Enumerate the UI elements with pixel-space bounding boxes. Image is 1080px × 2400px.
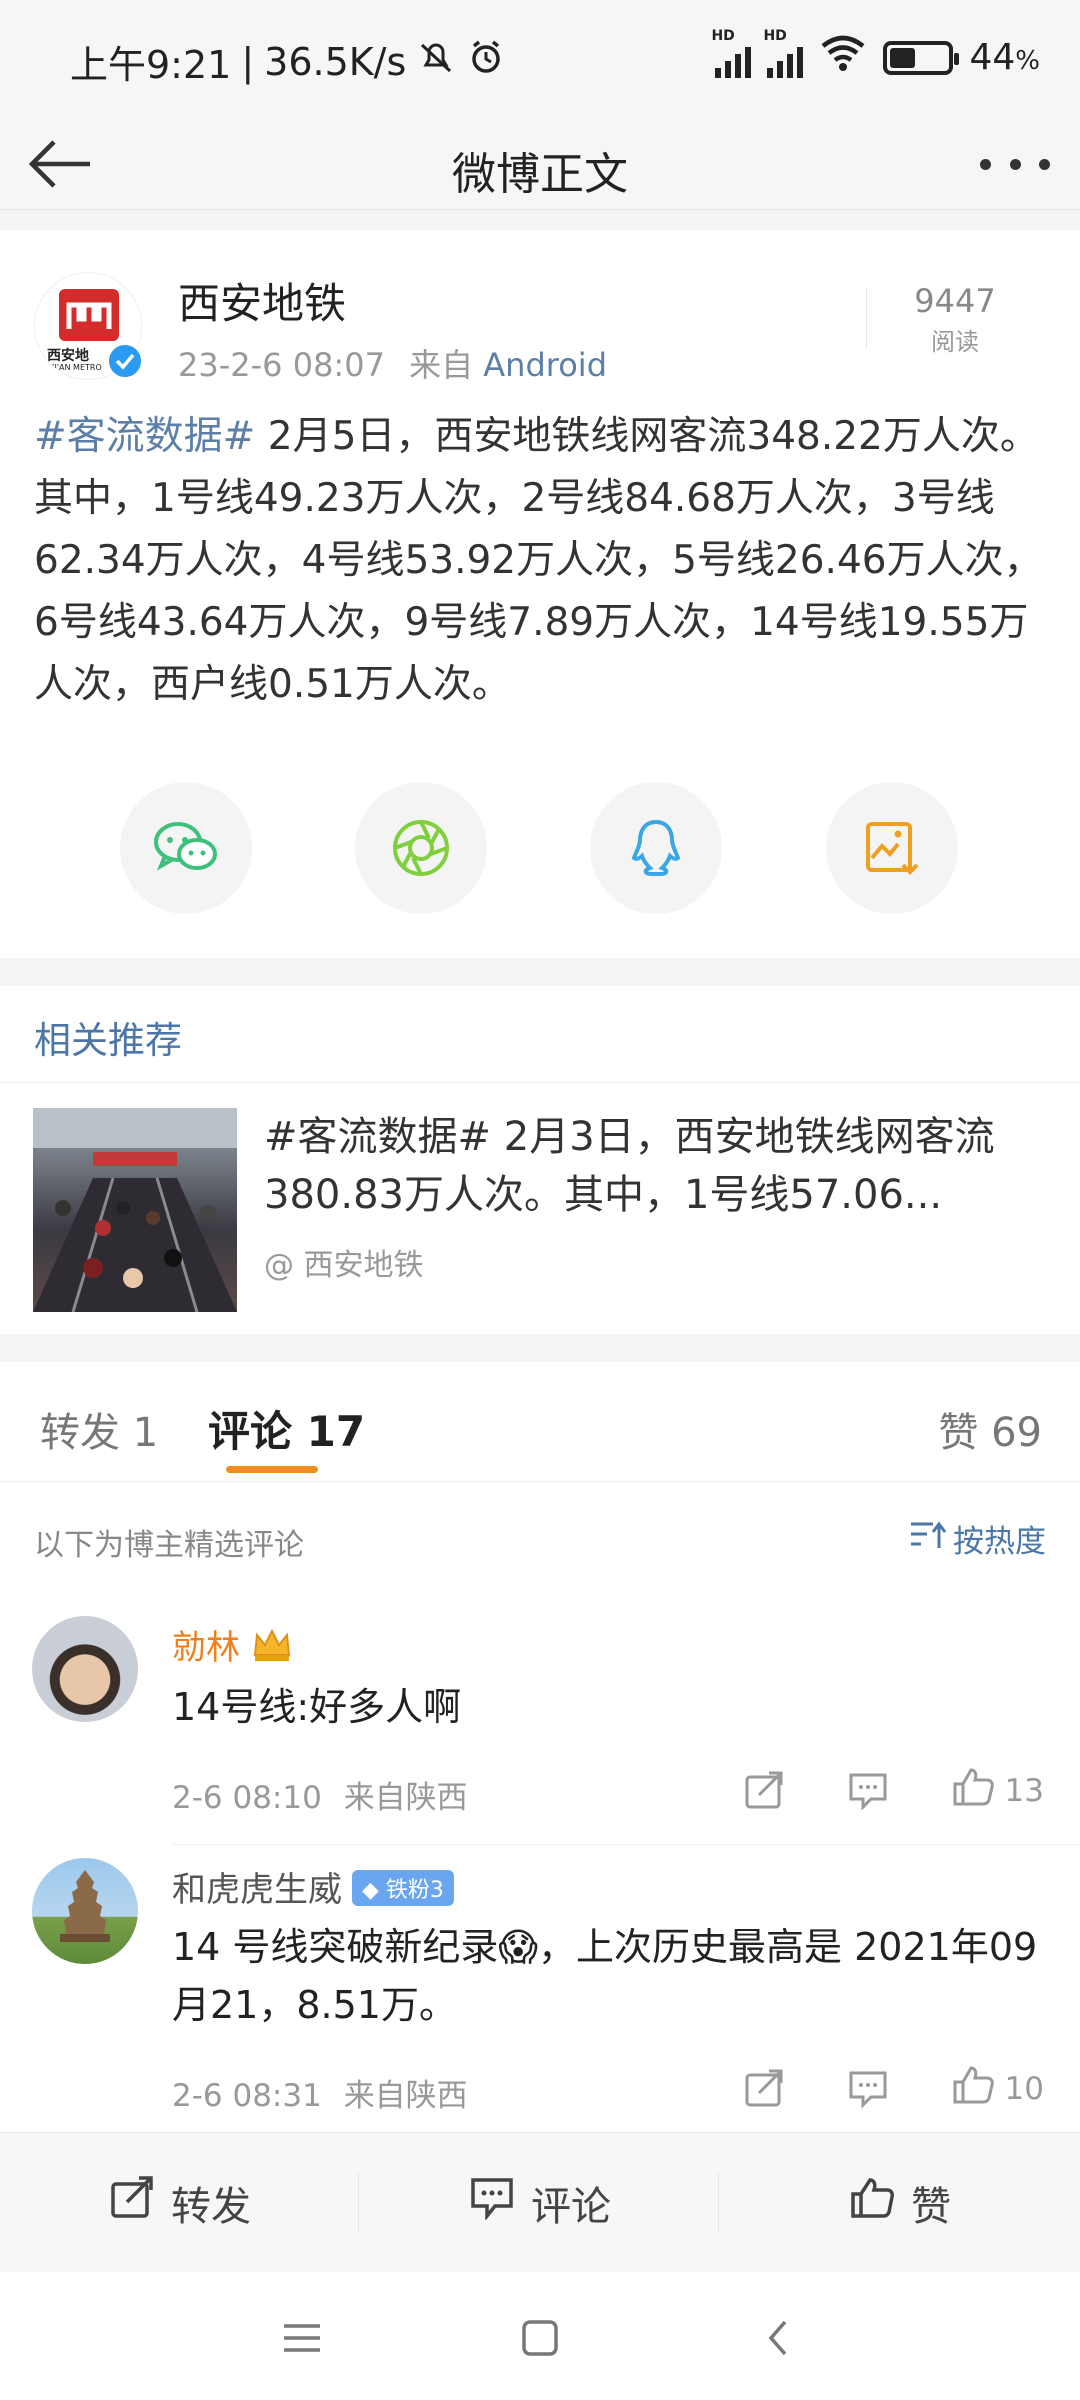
share-icon[interactable] [743, 1771, 785, 1811]
comment-item: 和虎虎生威 ◆ 铁粉3 14 号线突破新纪录😱，上次历史最高是 2021年09月2… [0, 1858, 1080, 2138]
divider [866, 288, 867, 348]
net-speed: 36.5K/s [264, 39, 407, 84]
save-image-icon[interactable] [826, 782, 958, 914]
battery-level: 44% [969, 37, 1040, 78]
more-icon[interactable] [980, 134, 1050, 194]
comment-location: 来自陕西 [343, 2078, 468, 2114]
signal-icon: HD [763, 28, 804, 78]
menu-icon[interactable] [272, 2308, 332, 2368]
sort-icon [909, 1518, 947, 1560]
sort-label: 按热度 [953, 1524, 1046, 1560]
reply-icon[interactable] [847, 1771, 889, 1811]
post-card: 西安地 XI'AN METRO 西安地铁 23-2-6 08:07 来自 And… [0, 230, 1080, 958]
repost-label: 转发 [171, 2184, 251, 2230]
comment-meta: 2-6 08:10 来自陕西 [172, 1772, 468, 1817]
comment-actions: 10 [681, 2064, 1044, 2114]
thumb-up-icon [951, 2064, 995, 2114]
battery-icon [883, 40, 960, 75]
nav-bar: 微博正文 [0, 120, 1080, 210]
source-prefix: 来自 [409, 346, 474, 384]
signal-icon: HD [711, 28, 752, 78]
like-button[interactable]: 10 [951, 2064, 1044, 2114]
metro-logo-icon [59, 289, 119, 341]
recommend-text[interactable]: #客流数据# 2月3日，西安地铁线网客流380.83万人次。其中，1号线57.0… [264, 1108, 1044, 1224]
like-count: 10 [1004, 2071, 1044, 2107]
post-source[interactable]: Android [483, 346, 607, 384]
tab-like[interactable]: 赞 69 [938, 1400, 1042, 1458]
logo-text: 西安地 [47, 348, 89, 364]
recommend-author: @ 西安地铁 [264, 1248, 424, 1283]
divider [172, 1844, 1080, 1845]
logo-subtext: XI'AN METRO [49, 363, 102, 372]
fan-badge: ◆ 铁粉3 [352, 1870, 454, 1906]
comment-text: 14 号线突破新纪录😱，上次历史最高是 2021年09月21，8.51万。 [172, 1925, 1038, 2027]
status-left: 上午9:21 | 36.5K/s [70, 34, 506, 89]
status-sep: | [241, 39, 255, 84]
read-count: 9447 [914, 282, 996, 320]
home-icon[interactable] [510, 2308, 570, 2368]
post-text: #客流数据# 2月5日，西安地铁线网客流348.22万人次。其中，1号线49.2… [34, 406, 1054, 716]
avatar[interactable] [32, 1858, 138, 1964]
share-icon[interactable] [743, 2069, 785, 2109]
comment-text: 14号线:好多人啊 [172, 1685, 462, 1729]
divider [718, 2173, 719, 2233]
like-count: 13 [1004, 1773, 1044, 1809]
thumb-up-icon [951, 1766, 995, 1816]
status-bar: 上午9:21 | 36.5K/s HD HD 44% [0, 0, 1080, 120]
avatar[interactable] [32, 1616, 138, 1722]
repost-button[interactable]: 转发 [0, 2133, 360, 2273]
wifi-icon [819, 34, 867, 81]
alarm-icon [466, 37, 506, 86]
tab-indicator [226, 1466, 318, 1473]
author-name[interactable]: 西安地铁 [178, 270, 346, 331]
wechat-icon[interactable] [120, 782, 252, 914]
back-icon[interactable] [748, 2308, 808, 2368]
recommend-thumbnail[interactable] [33, 1108, 237, 1312]
qq-icon[interactable] [590, 782, 722, 914]
bottom-action-bar: 转发 评论 赞 [0, 2132, 1080, 2272]
system-nav-bar [0, 2272, 1080, 2400]
crown-icon [251, 1628, 293, 1672]
read-label: 阅读 [931, 328, 979, 356]
topic-tag[interactable]: #客流数据# [34, 414, 255, 459]
page-title: 微博正文 [452, 149, 628, 200]
mute-bell-icon [416, 37, 456, 86]
comment-author[interactable]: 和虎虎生威 ◆ 铁粉3 [172, 1862, 454, 1911]
comment-label: 评论 [531, 2184, 611, 2230]
moments-icon[interactable] [355, 782, 487, 914]
share-row [0, 782, 1080, 918]
like-label: 赞 [911, 2184, 951, 2230]
comment-actions: 13 [681, 1766, 1044, 1816]
like-button[interactable]: 赞 [720, 2133, 1080, 2273]
verified-badge-icon [106, 342, 144, 380]
tab-repost[interactable]: 转发 1 [40, 1400, 158, 1458]
divider [358, 2173, 359, 2233]
comment-location: 来自陕西 [343, 1780, 468, 1816]
comments-hint: 以下为博主精选评论 [34, 1528, 304, 1563]
comment-time: 2-6 08:31 [172, 2078, 322, 2114]
related-recommend: 相关推荐 #客流数据# 2月3日，西安地铁线网客流380.83万人次。其中，1号… [0, 986, 1080, 1334]
status-right: HD HD 44% [711, 28, 1040, 81]
reply-icon[interactable] [847, 2069, 889, 2109]
clock: 上午9:21 [70, 43, 232, 87]
thumb-up-icon [849, 2176, 895, 2230]
post-meta: 23-2-6 08:07 来自 Android [178, 340, 607, 386]
repost-icon [109, 2176, 155, 2230]
tab-bar: 转发 1 评论 17 赞 69 [0, 1362, 1080, 1482]
divider [0, 1082, 1080, 1083]
sort-button[interactable]: 按热度 [909, 1516, 1046, 1561]
comment-icon [469, 2176, 515, 2230]
like-button[interactable]: 13 [951, 1766, 1044, 1816]
comment-time: 2-6 08:10 [172, 1780, 322, 1816]
tab-comment[interactable]: 评论 17 [208, 1398, 365, 1459]
comment-button[interactable]: 评论 [360, 2133, 720, 2273]
section-title: 相关推荐 [34, 1019, 182, 1062]
comment-item: 勍林 14号线:好多人啊 2-6 08:10 来自陕西 13 [0, 1616, 1080, 1896]
comment-author[interactable]: 勍林 [172, 1620, 293, 1672]
comment-meta: 2-6 08:31 来自陕西 [172, 2070, 468, 2115]
comments-section: 转发 1 评论 17 赞 69 以下为博主精选评论 按热度 勍林 14号线:好多… [0, 1362, 1080, 2132]
post-time: 23-2-6 08:07 [178, 346, 385, 384]
